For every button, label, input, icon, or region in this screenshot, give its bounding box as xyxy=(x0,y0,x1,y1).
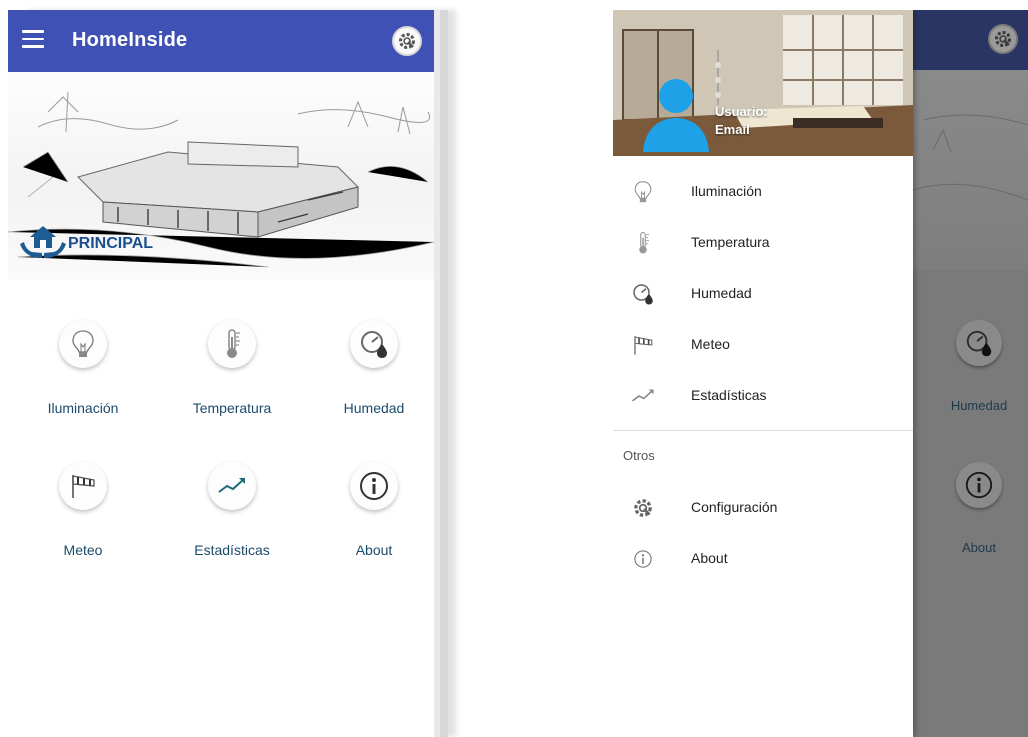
humidity-gauge-icon xyxy=(629,281,657,307)
user-avatar-icon[interactable] xyxy=(641,72,711,156)
app-title: HomeInside xyxy=(72,29,188,51)
drawer-item-temperatura[interactable]: Temperatura xyxy=(613,218,913,268)
info-icon xyxy=(350,462,398,510)
trending-chart-icon xyxy=(629,383,657,409)
drawer-item-label: Temperatura xyxy=(691,234,770,250)
drawer-item-humedad[interactable]: Humedad xyxy=(613,269,913,319)
drawer-header: Usuario: Email xyxy=(613,10,913,156)
background-label: Humedad xyxy=(950,398,1008,413)
thermometer-icon xyxy=(629,230,657,256)
hero-sketch-image: PRINCIPAL xyxy=(8,72,434,280)
settings-gear-icon xyxy=(988,24,1018,54)
lightbulb-icon xyxy=(59,320,107,368)
drawer-item-label: Humedad xyxy=(691,285,752,301)
background-about: About xyxy=(934,462,1024,555)
drawer-section-title: Otros xyxy=(623,448,655,463)
app-bar: HomeInside xyxy=(8,10,434,72)
grid-label: Temperatura xyxy=(192,400,272,416)
grid-item-iluminacion[interactable]: Iluminación xyxy=(13,320,153,416)
info-icon xyxy=(629,546,657,572)
drawer-open-screen: Humedad About Usuario: Email Iluminación… xyxy=(613,10,1028,737)
grid-item-about[interactable]: About xyxy=(304,462,434,558)
settings-gear-icon[interactable] xyxy=(392,26,422,56)
user-email: Email xyxy=(715,122,750,137)
navigation-drawer: Usuario: Email Iluminación Temperatura H… xyxy=(613,10,913,737)
grid-label: Meteo xyxy=(63,542,103,558)
windsock-icon xyxy=(629,332,657,358)
humidity-gauge-icon xyxy=(956,320,1002,366)
trending-chart-icon xyxy=(208,462,256,510)
home-hands-icon xyxy=(18,222,68,267)
hero-title: PRINCIPAL xyxy=(68,235,154,252)
drawer-divider xyxy=(613,430,913,431)
grid-label: Estadísticas xyxy=(194,542,270,558)
drawer-item-label: About xyxy=(691,550,728,566)
grid-item-meteo[interactable]: Meteo xyxy=(13,462,153,558)
background-humedad: Humedad xyxy=(934,320,1024,413)
drawer-item-estadisticas[interactable]: Estadísticas xyxy=(613,371,913,421)
background-label: About xyxy=(962,540,996,555)
lightbulb-icon xyxy=(629,179,657,205)
humidity-gauge-icon xyxy=(350,320,398,368)
user-name: Usuario: xyxy=(715,104,768,119)
drawer-item-label: Estadísticas xyxy=(691,387,767,403)
thermometer-icon xyxy=(208,320,256,368)
grid-label: Humedad xyxy=(343,400,405,416)
windsock-icon xyxy=(59,462,107,510)
drawer-item-iluminacion[interactable]: Iluminación xyxy=(613,167,913,217)
settings-gear-icon xyxy=(629,495,657,521)
grid-label: About xyxy=(355,542,393,558)
drawer-item-label: Configuración xyxy=(691,499,778,515)
drawer-item-label: Iluminación xyxy=(691,183,762,199)
drawer-item-configuracion[interactable]: Configuración xyxy=(613,483,913,533)
drawer-item-about[interactable]: About xyxy=(613,534,913,584)
grid-item-humedad[interactable]: Humedad xyxy=(304,320,434,416)
screenshot-composite: HomeInside PRINCIPAL Iluminación Tempera… xyxy=(0,0,1028,737)
info-icon xyxy=(956,462,1002,508)
grid-item-temperatura[interactable]: Temperatura xyxy=(162,320,302,416)
grid-label: Iluminación xyxy=(47,400,119,416)
grid-item-estadisticas[interactable]: Estadísticas xyxy=(162,462,302,558)
drawer-item-meteo[interactable]: Meteo xyxy=(613,320,913,370)
main-screen: HomeInside PRINCIPAL Iluminación Tempera… xyxy=(8,10,434,737)
drawer-item-label: Meteo xyxy=(691,336,730,352)
hamburger-menu-icon[interactable] xyxy=(22,30,44,50)
